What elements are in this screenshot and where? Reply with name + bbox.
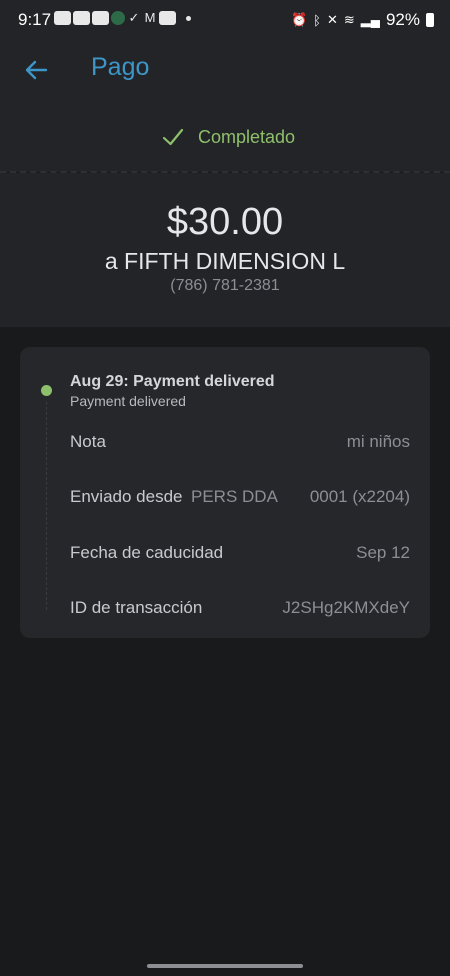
youtube-icon: [159, 11, 176, 25]
row-value: J2SHg2KMXdeY: [282, 598, 410, 617]
bluetooth-icon: ᛒ: [313, 12, 321, 28]
youtube-icon: [73, 11, 90, 25]
detail-row-sent-from: Enviado desde PERS DDA 0001 (x2204): [70, 487, 410, 509]
wifi-icon: ≋: [343, 12, 355, 27]
notification-icons: ✓ M: [54, 11, 191, 25]
battery-icon: [426, 13, 434, 27]
detail-row-transaction-id: ID de transacción J2SHg2KMXdeY: [70, 598, 410, 620]
status-text: Completado: [198, 127, 296, 147]
timeline-dot-icon: [41, 385, 52, 396]
detail-row-expiry: Fecha de caducidad Sep 12: [70, 543, 410, 565]
row-label: Enviado desde: [70, 487, 183, 506]
check-circle-icon: ✓: [128, 10, 140, 25]
details-card: Aug 29: Payment delivered Payment delive…: [20, 347, 430, 638]
payment-amount: $30.00: [166, 201, 284, 243]
row-value: mi niños: [346, 432, 410, 451]
app-header: Pago: [0, 40, 450, 102]
status-time: 9:17: [18, 10, 52, 29]
arrow-left-icon[interactable]: [22, 56, 50, 84]
recipient-phone: (786) 781-2381: [170, 277, 280, 294]
home-indicator[interactable]: [147, 964, 303, 968]
row-label: ID de transacción: [70, 598, 203, 617]
payment-status: Completado: [0, 102, 450, 172]
b-app-icon: [111, 11, 125, 25]
dot-icon: [186, 15, 191, 21]
alarm-icon: ⏰: [290, 12, 308, 27]
detail-row-note: Nota mi niños: [70, 432, 410, 454]
youtube-icon: [92, 11, 109, 25]
page-title: Pago: [91, 53, 150, 81]
row-value: 0001 (x2204): [309, 487, 410, 506]
event-title: Aug 29: Payment delivered: [70, 373, 275, 390]
signal-icon: ▂▄: [360, 12, 380, 27]
mute-icon: ✕: [326, 12, 338, 27]
account-name: PERS DDA: [191, 487, 278, 506]
amount-section: $30.00 a FIFTH DIMENSION L (786) 781-238…: [0, 173, 450, 327]
row-label: Fecha de caducidad: [70, 543, 224, 562]
timeline-line: [46, 402, 47, 610]
battery-percent: 92%: [385, 10, 420, 29]
gmail-icon: M: [144, 10, 156, 25]
row-label: Nota: [70, 432, 106, 451]
chat-icon: [54, 11, 71, 25]
event-subtitle: Payment delivered: [70, 393, 186, 409]
recipient-name: a FIFTH DIMENSION L: [104, 248, 346, 274]
system-icons: ⏰ ᛒ ✕ ≋ ▂▄ 92%: [291, 10, 434, 30]
check-icon: [162, 128, 184, 146]
row-value: Sep 12: [356, 543, 410, 562]
status-bar: 9:17 ✓ M ⏰ ᛒ ✕ ≋ ▂▄ 92%: [0, 0, 450, 40]
